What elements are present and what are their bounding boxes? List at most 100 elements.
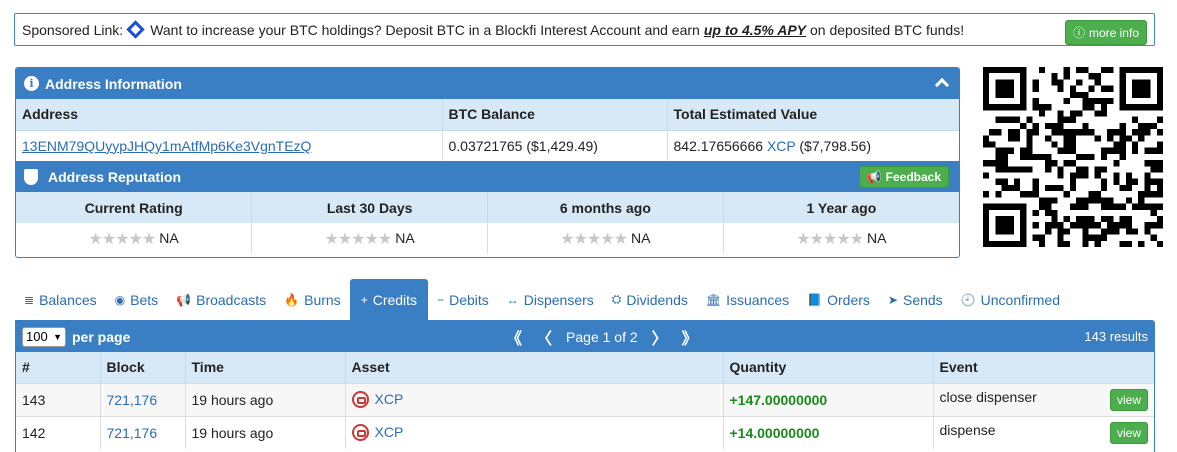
row-event: dispense: [939, 421, 996, 438]
asset-link[interactable]: XCP: [375, 391, 404, 407]
tab-balances-icon: ≣: [24, 292, 35, 307]
tab-sends[interactable]: ➤ Sends: [879, 279, 952, 320]
rating-6-months-value: NA: [631, 229, 651, 246]
star-rating-icon: ★★★★★: [560, 230, 628, 248]
info-circle-icon: ⓘ: [1072, 26, 1085, 40]
chevron-up-icon[interactable]: [934, 77, 950, 93]
rating-current-cell: ★★★★★ NA: [16, 223, 253, 254]
tab-bets[interactable]: ◉ Bets: [106, 279, 168, 320]
address-information-panel: i Address Information Address BTC Balanc…: [15, 67, 960, 258]
page-indicator: Page 1 of 2: [566, 328, 638, 345]
tab-debits[interactable]: − Debits: [428, 279, 498, 320]
table-row: 142 721,176 19 hours ago XCP +14.00000000 dis…: [16, 415, 1154, 449]
star-rating-icon[interactable]: ★★★★★: [89, 231, 157, 248]
address-qr-code-icon: [983, 67, 1163, 247]
tab-label: Credits: [372, 291, 418, 308]
rating-30-days-header: Last 30 Days: [251, 192, 488, 223]
asset-link[interactable]: XCP: [375, 424, 404, 440]
tab-label: Issuances: [726, 291, 790, 308]
last-page-button[interactable]: 》: [682, 325, 698, 349]
total-value-amount: 842.17656666: [673, 137, 764, 154]
block-link[interactable]: 721,176: [107, 392, 158, 408]
tab-orders-icon: 📘: [807, 292, 823, 307]
per-page-select[interactable]: 100 ▼: [22, 326, 66, 347]
xcp-asset-icon: [351, 391, 369, 408]
star-rating-icon: ★★★★★: [796, 230, 864, 248]
sponsor-text: Want to increase your BTC holdings? Depo…: [150, 21, 700, 38]
tab-dividends[interactable]: ⛭ Dividends: [603, 279, 697, 320]
blockfi-logo-icon: [126, 20, 145, 39]
sponsored-banner: Sponsored Link: Want to increase your BT…: [14, 13, 1155, 46]
per-page-label: per page: [72, 328, 131, 345]
row-event-cell: dispense view: [933, 415, 1154, 449]
view-button[interactable]: view: [1109, 388, 1148, 411]
tab-credits-icon: +: [360, 292, 368, 307]
tab-sends-icon: ➤: [887, 292, 898, 307]
row-event: close dispenser: [939, 388, 1037, 405]
prev-page-button[interactable]: 〈: [536, 325, 552, 349]
total-value-cell: 842.17656666 XCP ($7,798.56): [667, 130, 959, 161]
col-quantity-header[interactable]: Quantity: [723, 352, 934, 383]
tab-orders[interactable]: 📘 Orders: [798, 279, 879, 320]
tab-label: Bets: [130, 291, 159, 308]
view-button[interactable]: view: [1109, 421, 1148, 444]
tab-issuances-icon: 🏛: [705, 292, 722, 307]
tab-label: Burns: [304, 291, 341, 308]
tab-credits[interactable]: + Credits: [349, 279, 429, 320]
tab-issuances[interactable]: 🏛 Issuances: [697, 279, 798, 320]
reputation-table: Current Rating Last 30 Days 6 months ago…: [16, 192, 959, 254]
address-reputation-header: Address Reputation 📢 Feedback: [16, 161, 959, 192]
tab-broadcasts[interactable]: 📢 Broadcasts: [167, 279, 275, 320]
address-link[interactable]: 13ENM79QUyypJHQy1mAtfMp6Ke3VgnTEzQ: [22, 138, 311, 154]
sponsor-apy[interactable]: up to 4.5% APY: [704, 22, 806, 38]
rating-1-year-cell: ★★★★★ NA: [723, 223, 959, 254]
address-reputation-title: Address Reputation: [48, 168, 182, 185]
btc-balance-header: BTC Balance: [442, 99, 668, 131]
sponsor-prefix: Sponsored Link:: [22, 21, 124, 38]
rating-current-header: Current Rating: [16, 192, 253, 223]
row-quantity: +147.00000000: [729, 391, 828, 408]
first-page-button[interactable]: 《: [506, 325, 522, 349]
tab-burns[interactable]: 🔥 Burns: [275, 279, 350, 320]
tab-dispensers[interactable]: ↔ Dispensers: [498, 279, 603, 320]
star-rating-icon: ★★★★★: [324, 230, 393, 248]
col-num-header[interactable]: #: [16, 352, 101, 383]
credits-table: # Block Time Asset Quantity Event 143 721…: [16, 352, 1154, 449]
history-tabs: ≣ Balances ◉ Bets 📢 Broadcasts 🔥 Burns + Credits −…: [15, 279, 1155, 320]
rating-6-months-cell: ★★★★★ NA: [487, 223, 724, 254]
address-table: Address BTC Balance Total Estimated Valu…: [16, 99, 959, 161]
table-row: 143 721,176 19 hours ago XCP +147.00000000 cl…: [16, 382, 1154, 416]
tab-label: Dividends: [626, 291, 688, 308]
rating-6-months-header: 6 months ago: [487, 192, 724, 223]
more-info-button[interactable]: ⓘ more info: [1064, 20, 1147, 45]
total-value-header: Total Estimated Value: [667, 99, 959, 131]
rating-30-days-cell: ★★★★★ NA: [251, 223, 488, 254]
tab-label: Dispensers: [523, 291, 594, 308]
tab-unconfirmed[interactable]: 🕘 Unconfirmed: [952, 279, 1069, 320]
total-value-usd: ($7,798.56): [799, 137, 871, 154]
col-event-header[interactable]: Event: [933, 352, 1154, 383]
shield-icon: [24, 168, 38, 185]
more-info-label: more info: [1088, 25, 1139, 40]
tab-unconfirmed-icon: 🕘: [960, 292, 976, 307]
total-value-asset-link[interactable]: XCP: [767, 138, 796, 154]
btc-balance-value: 0.03721765 ($1,429.49): [442, 130, 668, 161]
tab-label: Unconfirmed: [980, 291, 1061, 308]
credits-panel: 100 ▼ per page 《 〈 Page 1 of 2 〉 》 143 r…: [15, 320, 1155, 452]
next-page-button[interactable]: 〉: [652, 325, 668, 349]
tab-debits-icon: −: [437, 292, 445, 307]
block-link[interactable]: 721,176: [107, 425, 158, 441]
feedback-button[interactable]: 📢 Feedback: [858, 166, 949, 188]
tab-label: Orders: [827, 291, 870, 308]
row-num: 143: [16, 382, 101, 416]
tab-dividends-icon: ⛭: [611, 292, 622, 306]
address-information-header[interactable]: i Address Information: [16, 68, 959, 99]
tab-balances[interactable]: ≣ Balances: [15, 279, 106, 320]
rating-1-year-header: 1 Year ago: [723, 192, 959, 223]
col-asset-header[interactable]: Asset: [345, 352, 724, 383]
info-icon: i: [24, 76, 39, 91]
row-time: 19 hours ago: [185, 382, 346, 416]
col-block-header[interactable]: Block: [100, 352, 186, 383]
sponsor-suffix: on deposited BTC funds!: [810, 21, 965, 38]
col-time-header[interactable]: Time: [185, 352, 346, 383]
